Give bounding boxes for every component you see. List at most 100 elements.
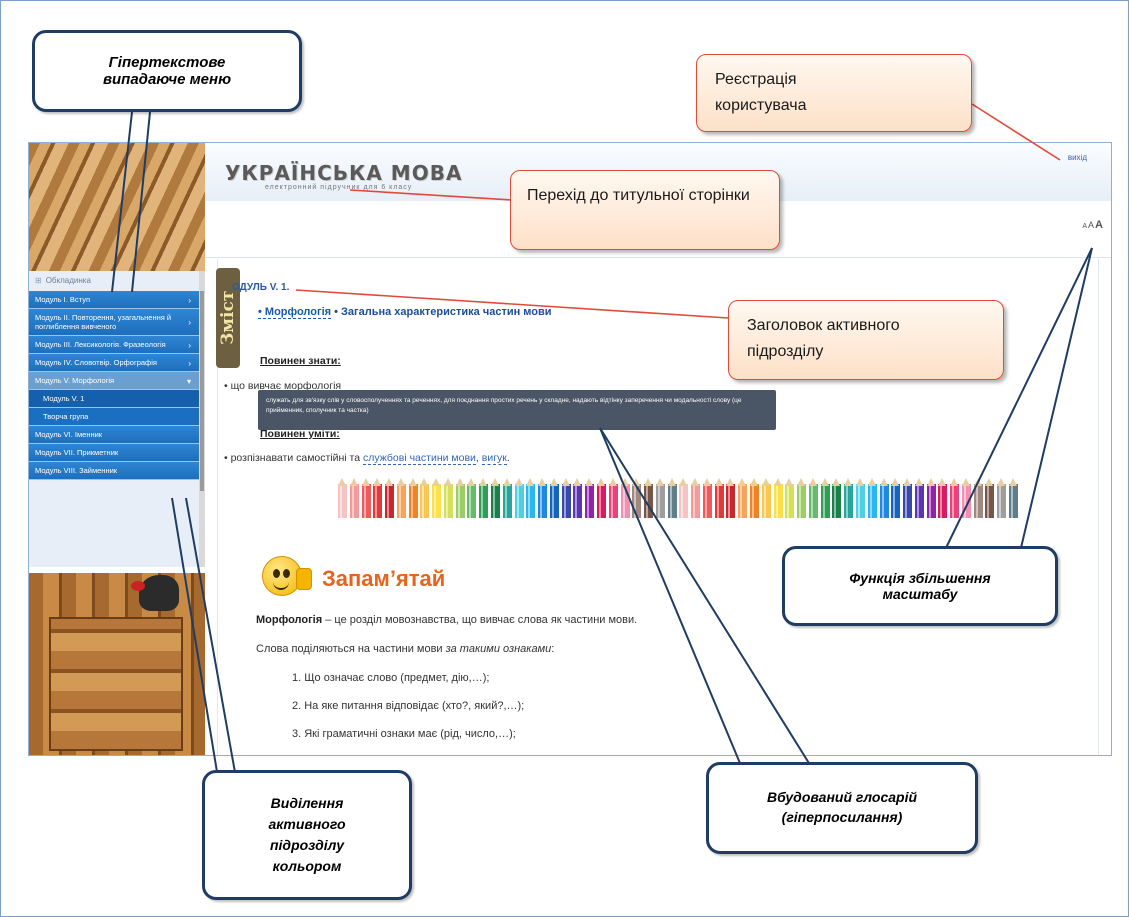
callout-text: Вбудований глосарій (гіперпосилання) — [766, 789, 918, 825]
callout-title-page: Перехід до титульної сторінки — [510, 170, 780, 250]
list-item: 2. На яке питання відповідає (хто?, який… — [292, 700, 525, 712]
pencil-graphic — [950, 478, 960, 518]
split-end: : — [551, 643, 555, 655]
pencil-graphic — [961, 478, 971, 518]
callout-glossary: Вбудований глосарій (гіперпосилання) — [706, 762, 978, 854]
sidebar-item-module-5[interactable]: Модуль V. Морфологія ▾ — [29, 372, 199, 390]
must-know-heading: Повинен знати: — [260, 355, 341, 367]
pencil-graphic — [926, 478, 936, 518]
pencil-graphic — [761, 478, 771, 518]
pencil-graphic — [549, 478, 559, 518]
pencil-graphic — [750, 478, 760, 518]
sidebar-item-module-5-1[interactable]: Модуль V. 1 — [29, 390, 199, 408]
pencil-graphic — [914, 478, 924, 518]
sidebar-item-module-4[interactable]: Модуль IV. Словотвір. Орфографія › — [29, 354, 199, 372]
split-text: Слова поділяються на частини мови за так… — [256, 643, 554, 655]
pencil-graphic — [879, 478, 889, 518]
pencil-graphic — [349, 478, 359, 518]
pencil-graphic — [702, 478, 712, 518]
pencil-graphic — [773, 478, 783, 518]
definition-term: Морфологія — [256, 614, 323, 626]
pencil-graphic — [985, 478, 995, 518]
sidebar-item-creative-group[interactable]: Творча група — [29, 408, 199, 426]
glossary-link-interjection[interactable]: вигук — [481, 452, 507, 465]
pencil-graphic — [632, 478, 642, 518]
pencil-graphic — [408, 478, 418, 518]
pencils-banner — [338, 478, 1018, 518]
sidebar-item-module-1[interactable]: Модуль I. Вступ › — [29, 291, 199, 309]
pencil-graphic — [832, 478, 842, 518]
pencil-graphic — [396, 478, 406, 518]
pencil-graphic — [561, 478, 571, 518]
module-heading: ОДУЛЬ V. 1. — [232, 282, 290, 293]
callout-text: Виділення активного підрозділу кольором — [268, 795, 346, 874]
must-able-end: . — [506, 452, 510, 464]
pencil-graphic — [455, 478, 465, 518]
site-logo-subtitle: електронний підручник для 6 класу — [265, 184, 413, 191]
site-logo[interactable]: УКРАЇНСЬКА МОВА — [225, 161, 462, 185]
split-prefix: Слова поділяються на частини мови — [256, 643, 446, 655]
bird-figure — [131, 575, 179, 611]
sidebar-scrollbar[interactable] — [199, 271, 205, 567]
pencil-graphic — [867, 478, 877, 518]
chevron-right-icon: › — [188, 318, 191, 327]
pencil-graphic — [891, 478, 901, 518]
callout-color-highlight: Виділення активного підрозділу кольором — [202, 770, 412, 900]
sidebar-item-module-6[interactable]: Модуль VI. Іменник — [29, 426, 199, 444]
breadcrumb-morphology-link[interactable]: • Морфологія — [258, 306, 332, 319]
callout-text: Функція збільшення масштабу — [849, 570, 991, 602]
font-large-button[interactable]: A — [1095, 219, 1103, 231]
chevron-right-icon: › — [188, 340, 191, 350]
glossary-tooltip: служать для зв'язку слів у словосполучен… — [258, 390, 776, 430]
callout-zoom-function: Функція збільшення масштабу — [782, 546, 1058, 626]
callout-text: Перехід до титульної сторінки — [527, 187, 750, 204]
pencil-graphic — [667, 478, 677, 518]
pencil-graphic — [785, 478, 795, 518]
chevron-right-icon: › — [188, 358, 191, 368]
pencil-graphic — [538, 478, 548, 518]
sidebar-item-module-3[interactable]: Модуль III. Лексикологія. Фразеологія › — [29, 336, 199, 354]
wood-photo-top — [29, 143, 205, 271]
callout-text: Заголовок активного підрозділу — [747, 317, 900, 360]
scrollbar-thumb[interactable] — [200, 291, 204, 491]
glossary-link-function-words[interactable]: службові частини мови — [363, 452, 476, 465]
chevron-right-icon: › — [188, 295, 191, 305]
sidebar-item-module-2[interactable]: Модуль II. Повторення, узагальнення й по… — [29, 309, 199, 336]
list-icon: ⊞ — [35, 276, 42, 285]
sidebar-item-label: Творча група — [43, 412, 89, 421]
pencil-graphic — [467, 478, 477, 518]
remember-heading: Запам’ятай — [322, 566, 446, 591]
sidebar: ⊞ Обкладинка Модуль I. Вступ › Модуль II. … — [29, 271, 205, 567]
sidebar-menu: Модуль I. Вступ › Модуль II. Повторення, … — [29, 291, 199, 480]
pencil-graphic — [973, 478, 983, 518]
sidebar-item-module-7[interactable]: Модуль VII. Прикметник — [29, 444, 199, 462]
pencil-graphic — [655, 478, 665, 518]
sidebar-cover-link[interactable]: ⊞ Обкладинка — [29, 271, 205, 292]
callout-active-heading: Заголовок активного підрозділу — [728, 300, 1004, 380]
sidebar-item-module-8[interactable]: Модуль VIII. Займенник — [29, 462, 199, 480]
sidebar-item-label: Модуль I. Вступ — [35, 295, 91, 304]
sidebar-item-label: Модуль VI. Іменник — [35, 430, 103, 439]
callout-text: Реєстрація користувача — [715, 71, 807, 114]
wooden-crate — [49, 617, 183, 751]
sidebar-item-label: Модуль III. Лексикологія. Фразеологія — [35, 340, 166, 349]
wood-photo-bottom — [29, 567, 205, 755]
pencil-graphic — [526, 478, 536, 518]
font-small-button[interactable]: A — [1082, 223, 1087, 230]
must-able-prefix: • розпізнавати самостійні та — [224, 452, 364, 464]
pencil-graphic — [997, 478, 1007, 518]
login-link[interactable]: вихід — [1068, 153, 1087, 162]
breadcrumb-current: • Загальна характеристика частин мови — [334, 306, 552, 318]
callout-hypertext-menu: Гіпертекстове випадаюче меню — [32, 30, 302, 112]
pencil-graphic — [938, 478, 948, 518]
font-size-controls: AAA — [1081, 219, 1103, 231]
list-item: 1. Що означає слово (предмет, дію,…); — [292, 672, 490, 684]
definition-text: Морфологія – це розділ мовознавства, що … — [256, 614, 637, 626]
font-medium-button[interactable]: A — [1088, 220, 1094, 230]
split-italic: за такими ознаками — [445, 643, 552, 655]
pencil-graphic — [491, 478, 501, 518]
pencil-graphic — [514, 478, 524, 518]
pencil-graphic — [479, 478, 489, 518]
pencil-graphic — [1009, 478, 1018, 518]
sidebar-item-label: Модуль VII. Прикметник — [35, 448, 119, 457]
